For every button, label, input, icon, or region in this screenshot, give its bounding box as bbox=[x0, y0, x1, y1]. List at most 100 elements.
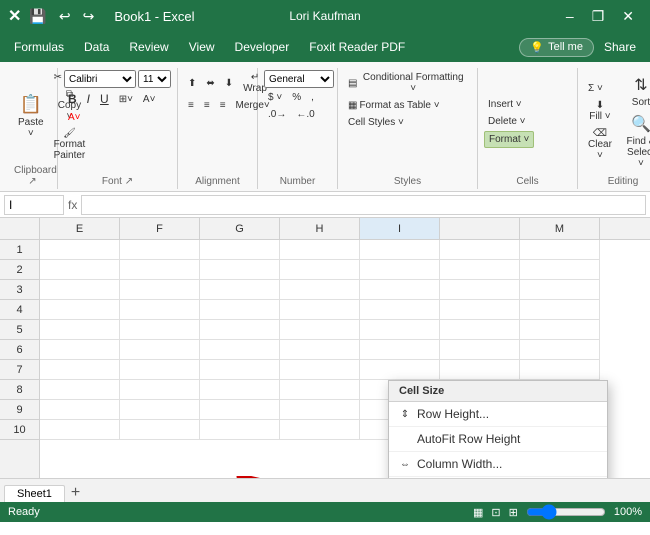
cell-h10[interactable] bbox=[280, 420, 360, 440]
row-height-item[interactable]: ⇕ Row Height... bbox=[389, 402, 607, 427]
row-header-8[interactable]: 8 bbox=[0, 380, 39, 400]
menu-view[interactable]: View bbox=[179, 36, 225, 58]
cell-k2[interactable] bbox=[520, 260, 600, 280]
save-quick-btn[interactable]: 💾 bbox=[25, 6, 50, 27]
view-normal-icon[interactable]: ▦ bbox=[473, 506, 483, 519]
share-btn[interactable]: Share bbox=[594, 36, 646, 58]
fill-btn[interactable]: ⬇ Fill ˅ bbox=[584, 98, 616, 124]
cell-i6[interactable] bbox=[360, 340, 440, 360]
cell-k6[interactable] bbox=[520, 340, 600, 360]
undo-quick-btn[interactable]: ↩ bbox=[55, 6, 75, 27]
autofit-row-item[interactable]: AutoFit Row Height bbox=[389, 427, 607, 452]
restore-btn[interactable]: ❐ bbox=[584, 6, 613, 27]
cell-g4[interactable] bbox=[200, 300, 280, 320]
number-format-select[interactable]: General bbox=[264, 70, 334, 88]
right-align-btn[interactable]: ≡ bbox=[216, 98, 230, 113]
col-header-j[interactable] bbox=[440, 218, 520, 239]
center-align-btn[interactable]: ≡ bbox=[200, 98, 214, 113]
col-header-i[interactable]: I bbox=[360, 218, 440, 239]
insert-btn[interactable]: Insert ˅ bbox=[484, 97, 534, 112]
cell-e6[interactable] bbox=[40, 340, 120, 360]
cell-j2[interactable] bbox=[440, 260, 520, 280]
cell-f9[interactable] bbox=[120, 400, 200, 420]
row-header-5[interactable]: 5 bbox=[0, 320, 39, 340]
cell-g10[interactable] bbox=[200, 420, 280, 440]
cell-e2[interactable] bbox=[40, 260, 120, 280]
menu-review[interactable]: Review bbox=[119, 36, 178, 58]
paste-btn[interactable]: 📋 Paste ˅ bbox=[14, 92, 48, 141]
cell-h8[interactable] bbox=[280, 380, 360, 400]
cell-styles-btn[interactable]: Cell Styles ˅ bbox=[344, 115, 471, 130]
font-size-select[interactable]: 11 bbox=[138, 70, 171, 88]
cell-g8[interactable] bbox=[200, 380, 280, 400]
cell-h3[interactable] bbox=[280, 280, 360, 300]
font-color-btn[interactable]: A˅ bbox=[64, 110, 85, 125]
cell-k4[interactable] bbox=[520, 300, 600, 320]
comma-btn[interactable]: , bbox=[307, 90, 318, 105]
autofit-col-item[interactable]: AutoFit Column Width bbox=[389, 477, 607, 478]
cell-h6[interactable] bbox=[280, 340, 360, 360]
cell-e1[interactable] bbox=[40, 240, 120, 260]
col-width-item[interactable]: ⇔ Column Width... bbox=[389, 452, 607, 477]
col-header-h[interactable]: H bbox=[280, 218, 360, 239]
cell-i2[interactable] bbox=[360, 260, 440, 280]
cell-i4[interactable] bbox=[360, 300, 440, 320]
cell-k7[interactable] bbox=[520, 360, 600, 380]
zoom-slider[interactable] bbox=[526, 506, 606, 518]
row-header-9[interactable]: 9 bbox=[0, 400, 39, 420]
sheet-tab-1[interactable]: Sheet1 bbox=[4, 485, 65, 502]
cell-i1[interactable] bbox=[360, 240, 440, 260]
cell-g2[interactable] bbox=[200, 260, 280, 280]
cell-g7[interactable] bbox=[200, 360, 280, 380]
cell-f1[interactable] bbox=[120, 240, 200, 260]
col-header-m[interactable]: M bbox=[520, 218, 600, 239]
format-btn[interactable]: Format ˅ bbox=[484, 131, 534, 148]
cell-h5[interactable] bbox=[280, 320, 360, 340]
cell-h4[interactable] bbox=[280, 300, 360, 320]
delete-btn[interactable]: Delete ˅ bbox=[484, 114, 534, 129]
cell-e10[interactable] bbox=[40, 420, 120, 440]
cell-k3[interactable] bbox=[520, 280, 600, 300]
fill-color-btn[interactable]: A˅ bbox=[139, 92, 160, 107]
cell-e3[interactable] bbox=[40, 280, 120, 300]
top-align-btn[interactable]: ⬆ bbox=[184, 76, 200, 91]
cell-g3[interactable] bbox=[200, 280, 280, 300]
underline-btn[interactable]: U bbox=[96, 90, 113, 108]
name-box[interactable] bbox=[4, 195, 64, 215]
currency-btn[interactable]: $ ˅ bbox=[264, 90, 286, 105]
percent-btn[interactable]: % bbox=[288, 90, 305, 105]
cell-g6[interactable] bbox=[200, 340, 280, 360]
cell-f2[interactable] bbox=[120, 260, 200, 280]
cell-h9[interactable] bbox=[280, 400, 360, 420]
cell-f5[interactable] bbox=[120, 320, 200, 340]
view-layout-icon[interactable]: ⊡ bbox=[491, 506, 500, 519]
menu-formulas[interactable]: Formulas bbox=[4, 36, 74, 58]
menu-foxit[interactable]: Foxit Reader PDF bbox=[299, 36, 415, 58]
col-header-f[interactable]: F bbox=[120, 218, 200, 239]
cell-f7[interactable] bbox=[120, 360, 200, 380]
row-header-10[interactable]: 10 bbox=[0, 420, 39, 440]
find-select-btn[interactable]: 🔍 Find & Select ˅ bbox=[620, 112, 650, 171]
cell-e9[interactable] bbox=[40, 400, 120, 420]
cell-h1[interactable] bbox=[280, 240, 360, 260]
minimize-btn[interactable]: – bbox=[558, 6, 582, 26]
cell-i3[interactable] bbox=[360, 280, 440, 300]
sort-filter-btn[interactable]: ⇅ Sort bbox=[628, 73, 650, 110]
mid-align-btn[interactable]: ⬌ bbox=[202, 76, 218, 91]
redo-quick-btn[interactable]: ↪ bbox=[79, 6, 99, 27]
menu-data[interactable]: Data bbox=[74, 36, 119, 58]
cell-j7[interactable] bbox=[440, 360, 520, 380]
cell-j1[interactable] bbox=[440, 240, 520, 260]
cell-g5[interactable] bbox=[200, 320, 280, 340]
row-header-1[interactable]: 1 bbox=[0, 240, 39, 260]
row-header-2[interactable]: 2 bbox=[0, 260, 39, 280]
add-sheet-btn[interactable]: + bbox=[65, 484, 86, 502]
cell-g9[interactable] bbox=[200, 400, 280, 420]
left-align-btn[interactable]: ≡ bbox=[184, 98, 198, 113]
cell-g1[interactable] bbox=[200, 240, 280, 260]
cell-f10[interactable] bbox=[120, 420, 200, 440]
font-family-select[interactable]: Calibri bbox=[64, 70, 136, 88]
cell-f6[interactable] bbox=[120, 340, 200, 360]
conditional-formatting-btn[interactable]: ▤ Conditional Formatting ˅ bbox=[344, 70, 471, 96]
tell-me-box[interactable]: 💡 Tell me bbox=[519, 38, 594, 57]
